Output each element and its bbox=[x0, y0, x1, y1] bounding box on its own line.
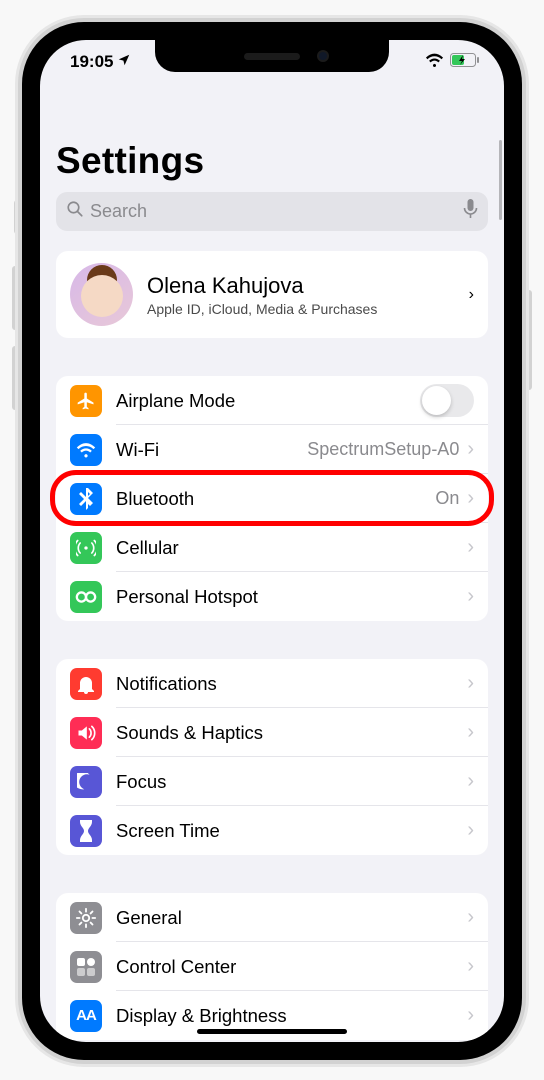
airplane-mode-row[interactable]: Airplane Mode bbox=[56, 376, 488, 425]
status-time: 19:05 bbox=[70, 52, 113, 72]
wifi-icon bbox=[425, 52, 444, 72]
chevron-right-icon: › bbox=[467, 438, 474, 461]
volume-up-button bbox=[12, 266, 22, 330]
phone-frame: 19:05 bbox=[22, 22, 522, 1060]
mute-switch bbox=[14, 200, 22, 234]
avatar bbox=[70, 263, 133, 326]
notch bbox=[155, 40, 389, 72]
wifi-label: Wi-Fi bbox=[116, 439, 307, 461]
screentime-icon bbox=[70, 815, 102, 847]
profile-group: Olena Kahujova Apple ID, iCloud, Media &… bbox=[56, 251, 488, 338]
attention-group: Notifications › Sounds & Haptics › bbox=[56, 659, 488, 855]
focus-label: Focus bbox=[116, 771, 467, 793]
airplane-label: Airplane Mode bbox=[116, 390, 420, 412]
chevron-right-icon: › bbox=[467, 819, 474, 842]
hotspot-row[interactable]: Personal Hotspot › bbox=[56, 572, 488, 621]
search-input[interactable]: Search bbox=[56, 192, 488, 231]
chevron-right-icon: › bbox=[467, 906, 474, 929]
chevron-right-icon: › bbox=[467, 487, 474, 510]
chevron-right-icon: › bbox=[467, 1004, 474, 1027]
page-title: Settings bbox=[56, 140, 488, 182]
sounds-row[interactable]: Sounds & Haptics › bbox=[56, 708, 488, 757]
wifi-value: SpectrumSetup-A0 bbox=[307, 439, 459, 460]
bluetooth-icon bbox=[70, 483, 102, 515]
controlcenter-icon bbox=[70, 951, 102, 983]
power-button bbox=[522, 290, 532, 390]
front-camera bbox=[317, 50, 329, 62]
notifications-icon bbox=[70, 668, 102, 700]
hotspot-label: Personal Hotspot bbox=[116, 586, 467, 608]
cellular-icon bbox=[70, 532, 102, 564]
sounds-icon bbox=[70, 717, 102, 749]
search-icon bbox=[66, 200, 84, 223]
controlcenter-label: Control Center bbox=[116, 956, 467, 978]
connectivity-group: Airplane Mode Wi-Fi SpectrumSetup-A0 › bbox=[56, 376, 488, 621]
notifications-row[interactable]: Notifications › bbox=[56, 659, 488, 708]
chevron-right-icon: › bbox=[467, 721, 474, 744]
content: Settings Search Olena Kahujova Apple ID,… bbox=[40, 84, 504, 1042]
hotspot-icon bbox=[70, 581, 102, 613]
airplane-icon bbox=[70, 385, 102, 417]
focus-row[interactable]: Focus › bbox=[56, 757, 488, 806]
chevron-right-icon: › bbox=[469, 286, 474, 304]
cellular-row[interactable]: Cellular › bbox=[56, 523, 488, 572]
focus-icon bbox=[70, 766, 102, 798]
volume-down-button bbox=[12, 346, 22, 410]
airplane-toggle[interactable] bbox=[420, 384, 474, 417]
bluetooth-value: On bbox=[435, 488, 459, 509]
display-icon: AA bbox=[70, 1000, 102, 1032]
battery-charging-icon bbox=[450, 52, 480, 72]
general-group: General › Control Center › bbox=[56, 893, 488, 1040]
screentime-label: Screen Time bbox=[116, 820, 467, 842]
wifi-settings-icon bbox=[70, 434, 102, 466]
speaker bbox=[244, 53, 300, 60]
screentime-row[interactable]: Screen Time › bbox=[56, 806, 488, 855]
general-label: General bbox=[116, 907, 467, 929]
cellular-label: Cellular bbox=[116, 537, 467, 559]
search-placeholder: Search bbox=[90, 201, 463, 222]
microphone-icon[interactable] bbox=[463, 199, 478, 224]
general-row[interactable]: General › bbox=[56, 893, 488, 942]
controlcenter-row[interactable]: Control Center › bbox=[56, 942, 488, 991]
notifications-label: Notifications bbox=[116, 673, 467, 695]
chevron-right-icon: › bbox=[467, 672, 474, 695]
sounds-label: Sounds & Haptics bbox=[116, 722, 467, 744]
chevron-right-icon: › bbox=[467, 770, 474, 793]
bluetooth-label: Bluetooth bbox=[116, 488, 435, 510]
wifi-row[interactable]: Wi-Fi SpectrumSetup-A0 › bbox=[56, 425, 488, 474]
gear-icon bbox=[70, 902, 102, 934]
profile-subtitle: Apple ID, iCloud, Media & Purchases bbox=[147, 301, 469, 317]
screen: 19:05 bbox=[40, 40, 504, 1042]
home-indicator[interactable] bbox=[197, 1029, 347, 1034]
bluetooth-row[interactable]: Bluetooth On › bbox=[56, 474, 488, 523]
location-arrow-icon bbox=[117, 52, 131, 72]
chevron-right-icon: › bbox=[467, 585, 474, 608]
chevron-right-icon: › bbox=[467, 955, 474, 978]
display-label: Display & Brightness bbox=[116, 1005, 467, 1027]
profile-row[interactable]: Olena Kahujova Apple ID, iCloud, Media &… bbox=[56, 251, 488, 338]
profile-name: Olena Kahujova bbox=[147, 273, 469, 299]
chevron-right-icon: › bbox=[467, 536, 474, 559]
